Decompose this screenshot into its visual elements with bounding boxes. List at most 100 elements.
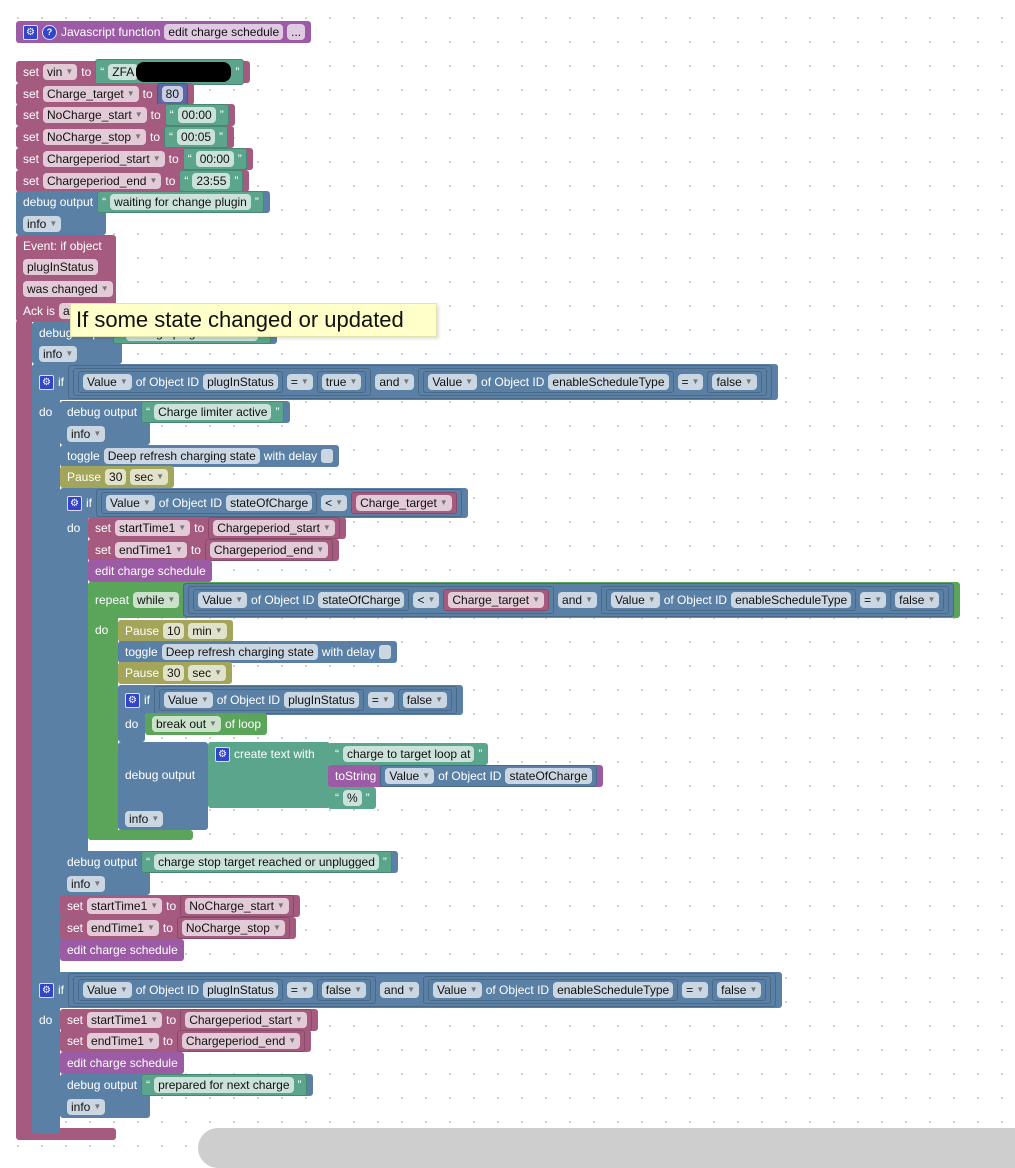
text-value-block[interactable]: “ ZFA ”	[95, 59, 245, 85]
dropdown-value[interactable]: = ▼	[286, 982, 313, 998]
dropdown-value[interactable]: Value ▼	[385, 768, 435, 784]
do3-block[interactable]: do	[88, 619, 114, 641]
pause2-block[interactable]: Pause 10 min ▼	[118, 620, 233, 642]
field-30[interactable]: 30	[163, 665, 185, 681]
dropdown-value[interactable]: Value ▼	[428, 374, 478, 390]
logic-value-block[interactable]: Value ▼ of Object ID stateOfCharge < ▼ Charge_…	[96, 489, 462, 517]
field-pluginstatus[interactable]: plugInStatus	[23, 259, 98, 275]
field-23-55[interactable]: 23:55	[192, 173, 231, 189]
dropdown-value[interactable]: Value ▼	[198, 592, 248, 608]
text-value-block[interactable]: “ charge stop target reached or unplugged…	[141, 851, 392, 873]
if4-block[interactable]: ⚙ if Value ▼ of Object ID plugInStatus = ▼ false…	[32, 972, 783, 1008]
brk-block[interactable]: break out ▼ of loop	[145, 713, 267, 735]
dbg5-lvl-block[interactable]: info ▼	[60, 873, 111, 895]
dropdown-value[interactable]: Value ▼	[83, 982, 132, 998]
logic-value-block[interactable]: Value ▼ of Object ID enableScheduleType	[427, 979, 679, 1001]
dropdown-value[interactable]: Value ▼	[83, 374, 132, 390]
text-value-block[interactable]: “ 23:55 ”	[179, 170, 244, 192]
dropdown-starttime1[interactable]: startTime1 ▼	[87, 1012, 163, 1028]
dropdown-info[interactable]: info ▼	[125, 811, 164, 827]
delay-checkbox[interactable]	[379, 645, 392, 659]
dropdown-value[interactable]: Value ▼	[610, 592, 660, 608]
dropdown-starttime1[interactable]: startTime1 ▼	[87, 898, 163, 914]
gear-icon[interactable]: ⚙	[67, 495, 82, 511]
field-waiting-for-change-plugin[interactable]: waiting for change plugin	[110, 194, 251, 210]
toggle1-block[interactable]: toggle Deep refresh charging state with de…	[60, 445, 340, 467]
number-value-block[interactable]: 80	[156, 83, 189, 105]
gear-icon[interactable]: ⚙	[125, 692, 140, 708]
call3-block[interactable]: edit charge schedule	[60, 1052, 184, 1074]
field-charge-limiter-active[interactable]: Charge limiter active	[154, 404, 272, 420]
field-charge-stop-target-reached-or-unplugged[interactable]: charge stop target reached or unplugged	[154, 854, 379, 870]
var-value-block[interactable]: NoCharge_start ▼	[180, 895, 294, 917]
pause1-block[interactable]: Pause 30 sec ▼	[60, 466, 174, 488]
set-et3-block[interactable]: set endTime1 ▼ to Chargeperiod_end ▼	[60, 1030, 312, 1052]
field-value[interactable]: ...	[287, 24, 306, 40]
dropdown-endtime1[interactable]: endTime1 ▼	[87, 1033, 159, 1049]
field-enablescheduletype[interactable]: enableScheduleType	[553, 982, 674, 998]
logic-value-block[interactable]: Value ▼ of Object ID plugInStatus	[159, 689, 364, 711]
logic-value-block[interactable]: Value ▼ of Object ID plugInStatus = ▼ false ▼	[154, 686, 458, 714]
do1-block[interactable]: do	[32, 401, 58, 423]
dropdown-vin[interactable]: vin ▼	[43, 64, 78, 80]
set-nce-block[interactable]: set NoCharge_stop ▼ to “00:05”	[16, 126, 235, 148]
text-value-block[interactable]: “ 00:05 ”	[164, 126, 229, 148]
toggle2-block[interactable]: toggle Deep refresh charging state with de…	[118, 641, 398, 663]
logic-value-block[interactable]: Value ▼ of Object ID stateOfCharge	[193, 589, 410, 611]
logic-value-block[interactable]: Value ▼ of Object ID enableScheduleType	[605, 589, 857, 611]
field-pluginstatus[interactable]: plugInStatus	[203, 374, 278, 390]
dropdown-while[interactable]: while ▼	[133, 592, 180, 608]
field-deep-refresh-charging-state[interactable]: Deep refresh charging state	[103, 448, 260, 464]
dbg4-block[interactable]: debug output	[118, 764, 201, 786]
dbg5-block[interactable]: debug output “ charge stop target reached …	[60, 851, 398, 873]
dropdown-value[interactable]: = ▼	[682, 982, 709, 998]
dropdown-true[interactable]: true ▼	[321, 374, 362, 390]
dropdown-value[interactable]: < ▼	[321, 495, 348, 511]
ctext-block[interactable]: ⚙ create text with	[208, 743, 321, 765]
gear-icon[interactable]: ⚙	[215, 746, 230, 762]
field-prepared-for-next-charge[interactable]: prepared for next charge	[154, 1077, 294, 1093]
dropdown-and[interactable]: and ▼	[375, 374, 415, 390]
field-80[interactable]: 80	[161, 86, 184, 102]
field-zfa[interactable]: ZFA	[108, 64, 139, 80]
field-00-00[interactable]: 00:00	[195, 151, 234, 167]
do5-block[interactable]: do	[32, 1009, 58, 1031]
dropdown-was-changed[interactable]: was changed ▼	[23, 281, 113, 297]
dropdown-charge-target[interactable]: Charge_target ▼	[448, 592, 545, 608]
if2-block[interactable]: ⚙ if Value ▼ of Object ID stateOfCharge < ▼ Char…	[60, 488, 468, 518]
dropdown-and[interactable]: and ▼	[380, 982, 419, 998]
dropdown-false[interactable]: false ▼	[895, 592, 940, 608]
dropdown-nocharge-stop[interactable]: NoCharge_stop ▼	[43, 129, 146, 145]
field-deep-refresh-charging-state[interactable]: Deep refresh charging state	[161, 644, 318, 660]
field-00-00[interactable]: 00:00	[177, 107, 216, 123]
dropdown-value[interactable]: = ▼	[367, 692, 394, 708]
var-value-block[interactable]: Chargeperiod_start ▼	[180, 1009, 312, 1031]
gear-icon[interactable]: ⚙	[23, 24, 38, 40]
dropdown-nocharge-start[interactable]: NoCharge_start ▼	[43, 107, 147, 123]
set-et1-block[interactable]: set endTime1 ▼ to Chargeperiod_end ▼	[88, 539, 340, 561]
dropdown-false[interactable]: false ▼	[712, 374, 757, 390]
logic-value-block[interactable]: Value ▼ of Object ID plugInStatus	[78, 979, 283, 1001]
field-00-05[interactable]: 00:05	[177, 129, 216, 145]
text-value-block[interactable]: “ waiting for change plugin ”	[97, 191, 264, 213]
field-edit-charge-schedule[interactable]: edit charge schedule	[164, 24, 284, 40]
call1-block[interactable]: edit charge schedule	[88, 560, 212, 582]
dropdown-value[interactable]: = ▼	[860, 592, 887, 608]
text-value-block[interactable]: “ 00:00 ”	[182, 148, 247, 170]
ctext2-block[interactable]: toString Value ▼ of Object ID stateOfCharge	[328, 765, 603, 787]
field-value[interactable]: %	[343, 790, 362, 806]
do4-block[interactable]: do	[118, 713, 144, 735]
if1-block[interactable]: ⚙ if Value ▼ of Object ID plugInStatus = ▼ true ▼…	[32, 364, 778, 400]
dropdown-chargeperiod-end[interactable]: Chargeperiod_end ▼	[209, 542, 329, 558]
logic-value-block[interactable]: Value ▼ of Object ID enableScheduleType = ▼ fa…	[422, 976, 772, 1004]
dropdown-chargeperiod-end[interactable]: Chargeperiod_end ▼	[181, 1033, 301, 1049]
dbg4-lvl-block[interactable]: info ▼	[118, 808, 169, 830]
delay-checkbox[interactable]	[321, 449, 334, 463]
ev3-block[interactable]: was changed ▼	[16, 278, 119, 300]
logic-value-block[interactable]: Value ▼ of Object ID enableScheduleType	[423, 371, 674, 393]
set-cps-block[interactable]: set Chargeperiod_start ▼ to “00:00”	[16, 148, 253, 170]
dropdown-chargeperiod-start[interactable]: Chargeperiod_start ▼	[213, 520, 335, 536]
logic-value-block[interactable]: true ▼	[316, 371, 367, 393]
dropdown-endtime1[interactable]: endTime1 ▼	[87, 920, 159, 936]
dbg1-lvl-block[interactable]: info ▼	[16, 213, 67, 235]
